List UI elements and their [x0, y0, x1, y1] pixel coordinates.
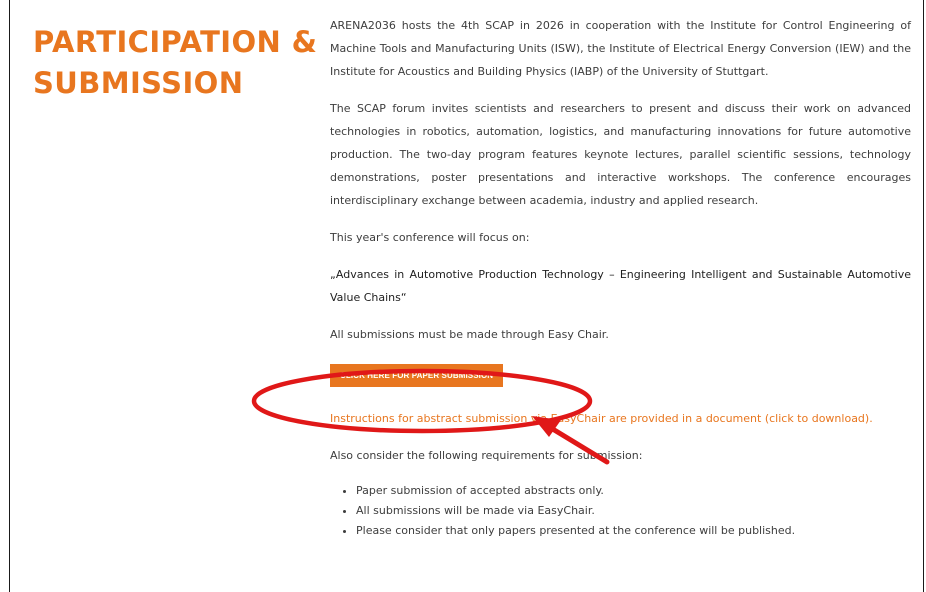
requirements-list: Paper submission of accepted abstracts o… — [330, 481, 911, 541]
instructions-download-link[interactable]: Instructions for abstract submission via… — [330, 407, 911, 430]
paper-submission-button[interactable]: CLICK HERE FOR PAPER SUBMISSION — [330, 364, 504, 387]
intro-paragraph: ARENA2036 hosts the 4th SCAP in 2026 in … — [330, 19, 911, 78]
heading-line-2: SUBMISSION — [33, 66, 244, 100]
requirements-intro: Also consider the following requirements… — [330, 449, 643, 462]
list-item: All submissions will be made via EasyCha… — [356, 501, 911, 521]
list-item: Paper submission of accepted abstracts o… — [356, 481, 911, 501]
heading-line-1: PARTICIPATION & — [33, 25, 318, 59]
focus-title: „Advances in Automotive Production Techn… — [330, 268, 911, 304]
section-heading: PARTICIPATION & SUBMISSION — [33, 22, 323, 104]
easychair-note: All submissions must be made through Eas… — [330, 328, 609, 341]
forum-paragraph: The SCAP forum invites scientists and re… — [330, 102, 911, 207]
list-item: Please consider that only papers present… — [356, 521, 911, 541]
focus-intro: This year's conference will focus on: — [330, 231, 530, 244]
content-column: ARENA2036 hosts the 4th SCAP in 2026 in … — [330, 14, 911, 541]
